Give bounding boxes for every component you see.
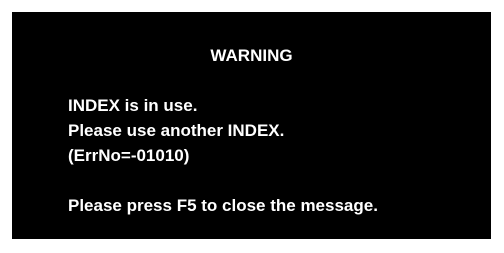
message-line-use-another-index: Please use another INDEX.: [68, 121, 285, 140]
error-number: (ErrNo=-01010): [68, 146, 190, 165]
dialog-title: WARNING: [210, 46, 293, 65]
warning-dialog: WARNING INDEX is in use. Please use anot…: [12, 12, 491, 239]
close-instruction: Please press F5 to close the message.: [68, 196, 378, 215]
message-line-index-in-use: INDEX is in use.: [68, 96, 198, 115]
